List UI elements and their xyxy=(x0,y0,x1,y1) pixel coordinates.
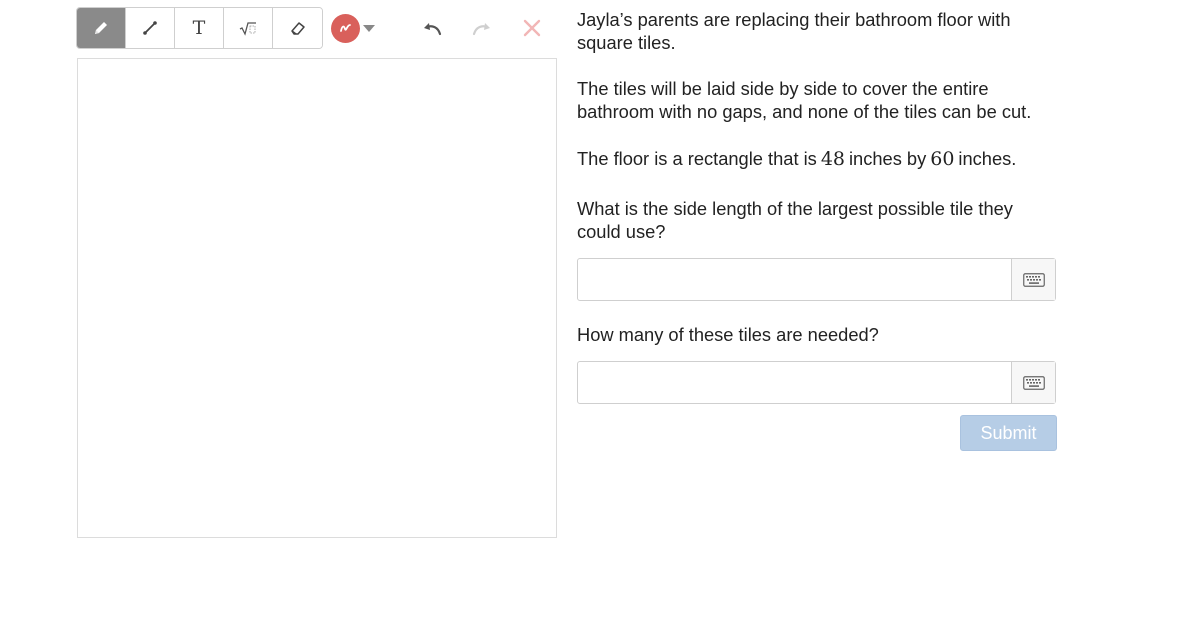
pencil-tool-button[interactable] xyxy=(77,8,126,48)
floor-length-value: 60 xyxy=(930,148,955,170)
answer-input-part-a[interactable] xyxy=(578,259,1011,300)
submit-button[interactable]: Submit xyxy=(960,415,1057,451)
redo-icon xyxy=(472,23,490,36)
drawing-toolbar: T xyxy=(76,7,375,49)
eraser-tool-button[interactable] xyxy=(273,8,322,48)
redo-button[interactable] xyxy=(468,14,496,42)
keyboard-button-part-b[interactable] xyxy=(1011,362,1055,403)
question-part-a: What is the side length of the largest p… xyxy=(577,198,1013,242)
chevron-down-icon xyxy=(363,24,375,32)
line-tool-button[interactable] xyxy=(126,8,175,48)
undo-icon xyxy=(424,23,442,36)
eraser-icon xyxy=(290,22,305,35)
close-icon xyxy=(523,19,541,37)
pencil-icon xyxy=(95,22,107,34)
question-part-b: How many of these tiles are needed? xyxy=(577,324,879,345)
keyboard-icon xyxy=(1022,375,1045,390)
drawing-canvas[interactable] xyxy=(77,58,557,538)
undo-button[interactable] xyxy=(418,14,446,42)
dimensions-middle: inches by xyxy=(849,148,927,169)
tool-group: T xyxy=(76,7,323,49)
math-tool-button[interactable] xyxy=(224,8,273,48)
answer-input-part-b[interactable] xyxy=(578,362,1011,403)
keyboard-button-part-a[interactable] xyxy=(1011,259,1055,300)
text-tool-button[interactable]: T xyxy=(175,8,224,48)
text-icon: T xyxy=(192,16,206,39)
clear-button[interactable] xyxy=(518,14,546,42)
question-intro: Jayla’s parents are replacing their bath… xyxy=(577,9,1011,53)
question-constraint: The tiles will be laid side by side to c… xyxy=(577,78,1032,122)
dimensions-prefix: The floor is a rectangle that is xyxy=(577,148,817,169)
floor-width-value: 48 xyxy=(820,148,845,170)
answer-box-part-a xyxy=(577,258,1056,301)
color-picker[interactable] xyxy=(331,13,375,43)
question-dimensions: The floor is a rectangle that is 48 inches… xyxy=(577,147,1062,171)
page: T Jayla’s parents are replacing their ba… xyxy=(0,0,1177,629)
color-swatch-icon xyxy=(331,13,360,43)
answer-box-part-b xyxy=(577,361,1056,404)
square-root-icon xyxy=(239,22,256,36)
dimensions-suffix: inches. xyxy=(958,148,1017,169)
line-icon xyxy=(143,21,157,35)
keyboard-icon xyxy=(1022,272,1045,287)
